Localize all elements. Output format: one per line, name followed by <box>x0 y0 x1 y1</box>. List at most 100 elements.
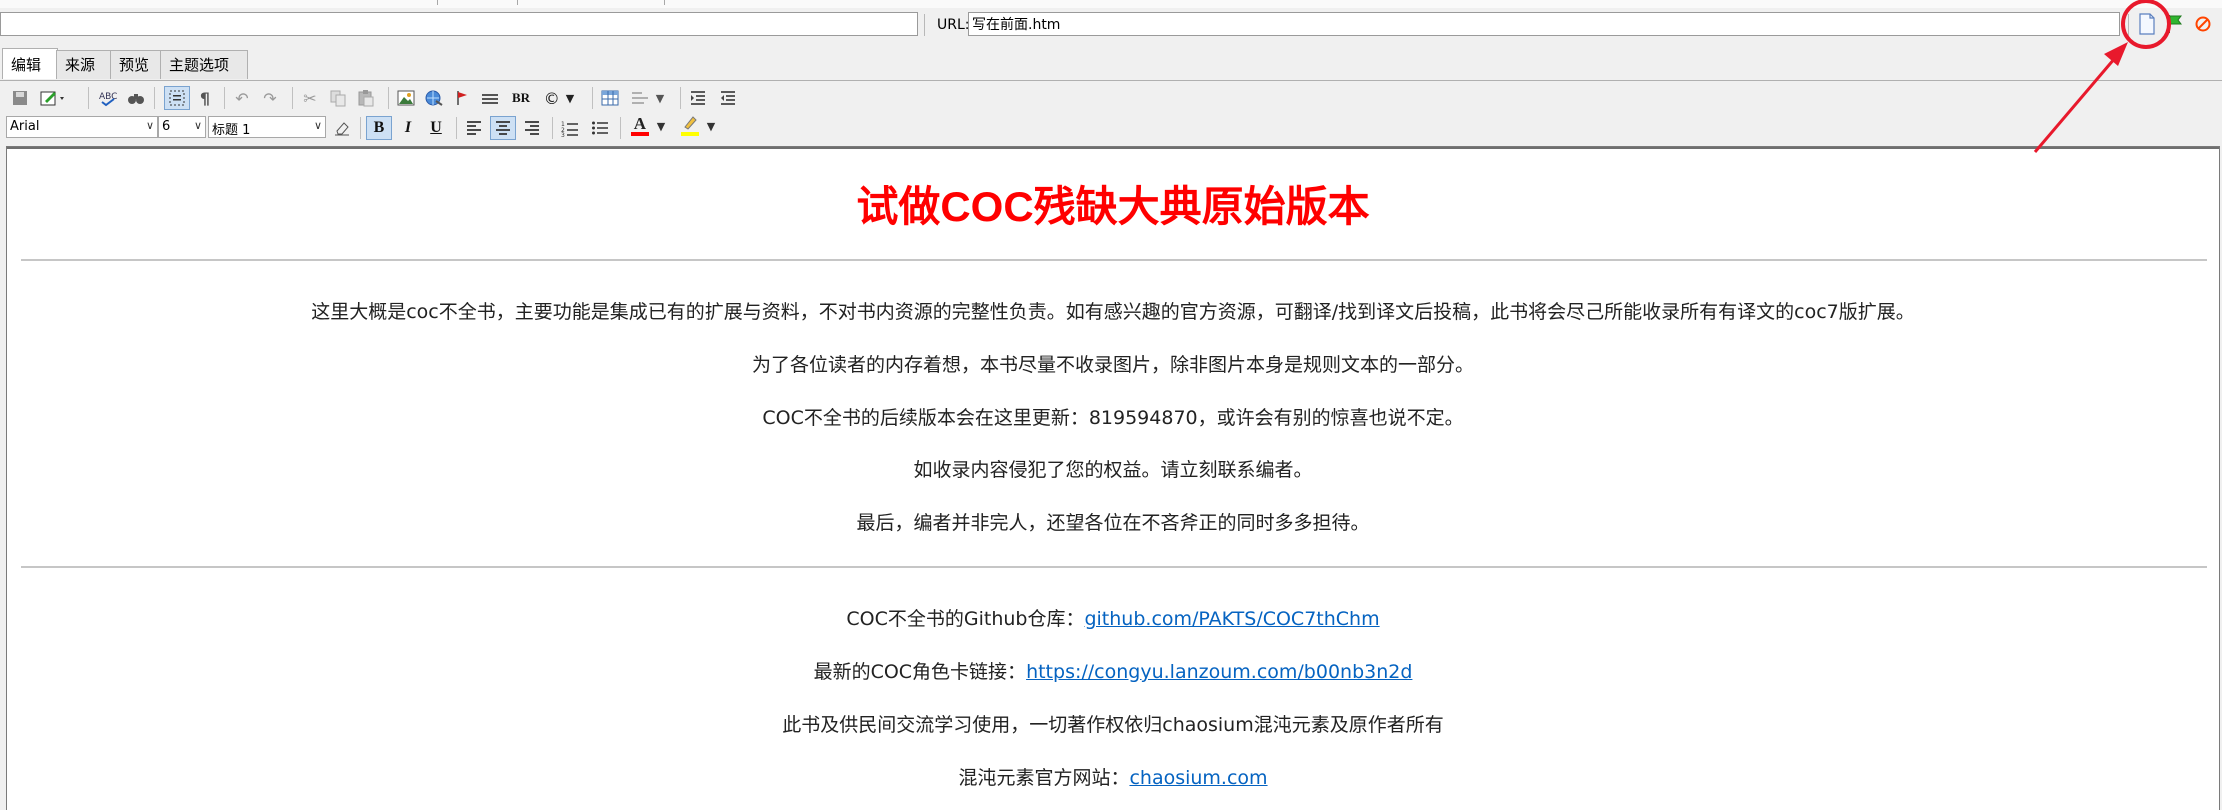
italic-label: I <box>404 119 412 136</box>
copyright-paragraph: 此书及供民间交流学习使用，一切著作权依归chaosium混沌元素及原作者所有 <box>7 710 2219 737</box>
paste-button[interactable] <box>354 86 378 110</box>
link-paragraph: 混沌元素官方网站：chaosium.com <box>7 763 2219 790</box>
new-page-button[interactable] <box>2136 12 2158 36</box>
save-icon <box>13 91 27 105</box>
copy-button[interactable] <box>326 86 350 110</box>
underline-button[interactable]: U <box>424 116 448 140</box>
image-icon <box>397 90 415 106</box>
spellcheck-icon: ABC <box>99 92 117 107</box>
green-flag-icon <box>2168 15 2182 33</box>
link-prefix: 混沌元素官方网站： <box>958 767 1130 789</box>
table-options-button[interactable]: ▼ <box>628 86 666 110</box>
url-label: URL: <box>937 17 970 33</box>
table-icon <box>631 92 648 104</box>
insert-link-button[interactable] <box>422 86 446 110</box>
toolbar-separator <box>680 87 681 109</box>
highlight-icon <box>680 115 699 137</box>
chevron-down-icon: ▼ <box>656 119 666 133</box>
find-icon <box>128 94 144 104</box>
outdent-button[interactable] <box>716 86 740 110</box>
cut-button[interactable]: ✂ <box>298 86 322 110</box>
toolbar-separator <box>224 87 225 109</box>
github-link[interactable]: github.com/PAKTS/COC7thChm <box>1084 608 1379 630</box>
font-size-select[interactable]: 6 ∨ <box>158 116 206 138</box>
table-icon <box>601 90 619 106</box>
eraser-icon <box>335 122 349 136</box>
green-flag-button[interactable] <box>2164 12 2186 36</box>
font-size-value: 6 <box>162 119 171 134</box>
paste-icon <box>358 90 374 107</box>
bulleted-list-icon <box>592 121 608 135</box>
annotation-arrow-head <box>2104 42 2128 66</box>
cut-icon: ✂ <box>303 88 317 108</box>
undo-icon: ↶ <box>235 88 249 108</box>
editor-area[interactable]: 试做COC残缺大典原始版本 这里大概是coc不全书，主要功能是集成已有的扩展与资… <box>6 146 2220 810</box>
paragraph-style-select[interactable]: 标题 1 ∨ <box>208 116 326 138</box>
horizontal-rule-button[interactable] <box>478 86 502 110</box>
underline-label: U <box>430 119 442 136</box>
chevron-down-icon: ∨ <box>313 119 322 132</box>
chevron-down-icon: ▼ <box>706 119 716 133</box>
toolbar-separator <box>620 117 621 139</box>
toolbar-separator <box>456 117 457 139</box>
tab-edit[interactable]: 编辑 <box>2 48 58 79</box>
tab-label: 主题选项 <box>169 56 230 74</box>
insert-table-button[interactable] <box>598 86 622 110</box>
toolbar-separator <box>592 87 593 109</box>
bulleted-list-button[interactable] <box>588 116 612 140</box>
pilcrow-button[interactable]: ¶ <box>194 86 216 110</box>
chaosium-link[interactable]: chaosium.com <box>1129 767 1267 789</box>
tab-source[interactable]: 来源 <box>56 50 112 79</box>
cancel-icon <box>2195 16 2211 32</box>
url-field[interactable] <box>968 12 2120 36</box>
title-field[interactable] <box>0 12 918 36</box>
character-card-link[interactable]: https://congyu.lanzoum.com/b00nb3n2d <box>1026 661 1412 683</box>
highlight-button[interactable]: ▼ <box>678 114 718 138</box>
font-color-button[interactable]: A ▼ <box>628 114 668 138</box>
horizontal-rule <box>21 259 2207 261</box>
outdent-icon <box>721 91 735 105</box>
select-all-button[interactable] <box>164 86 190 110</box>
align-center-button[interactable] <box>490 116 516 140</box>
font-color-label: A <box>633 114 647 133</box>
tab-preview[interactable]: 预览 <box>110 50 166 79</box>
undo-button[interactable]: ↶ <box>230 86 254 110</box>
clear-format-button[interactable] <box>330 116 354 140</box>
special-char-button[interactable]: © ▼ <box>540 86 578 110</box>
tab-label: 来源 <box>65 56 96 74</box>
link-paragraph: COC不全书的Github仓库：github.com/PAKTS/COC7thC… <box>7 604 2219 631</box>
insert-image-button[interactable] <box>394 86 418 110</box>
align-right-button[interactable] <box>520 116 544 140</box>
document-title: 试做COC残缺大典原始版本 <box>856 183 1370 230</box>
paragraph: 为了各位读者的内存着想，本书尽量不收录图片，除非图片本身是规则文本的一部分。 <box>751 354 1474 376</box>
edit-icon <box>40 91 64 106</box>
paragraph: 如收录内容侵犯了您的权益。请立刻联系编者。 <box>913 459 1313 481</box>
toolbar-separator <box>360 117 361 139</box>
cancel-button[interactable] <box>2192 12 2214 36</box>
chevron-down-icon: ∨ <box>193 119 202 132</box>
redo-button[interactable]: ↷ <box>258 86 282 110</box>
align-left-button[interactable] <box>462 116 486 140</box>
line-break-button[interactable]: BR <box>508 86 534 110</box>
edit-button[interactable] <box>36 86 70 110</box>
font-family-select[interactable]: Arial ∨ <box>6 116 158 138</box>
spellcheck-button[interactable]: ABC <box>96 86 120 110</box>
font-color-swatch <box>630 132 649 136</box>
globe-icon <box>425 90 443 106</box>
bookmark-button[interactable] <box>452 86 472 110</box>
bold-button[interactable]: B <box>366 116 392 140</box>
tab-theme-options[interactable]: 主题选项 <box>160 50 248 79</box>
address-bar: URL: <box>0 8 2222 40</box>
toolbar-separator <box>388 87 389 109</box>
toolbar-separator <box>552 117 553 139</box>
numbered-list-button[interactable]: 123 <box>558 116 582 140</box>
svg-text:3: 3 <box>561 132 565 137</box>
br-label: BR <box>511 90 531 105</box>
indent-button[interactable] <box>686 86 710 110</box>
find-button[interactable] <box>124 86 148 110</box>
strip-divider <box>437 0 438 5</box>
toolbar-separator <box>154 87 155 109</box>
italic-button[interactable]: I <box>396 116 420 140</box>
toolbar-separator <box>88 87 89 109</box>
save-button[interactable] <box>8 86 32 110</box>
